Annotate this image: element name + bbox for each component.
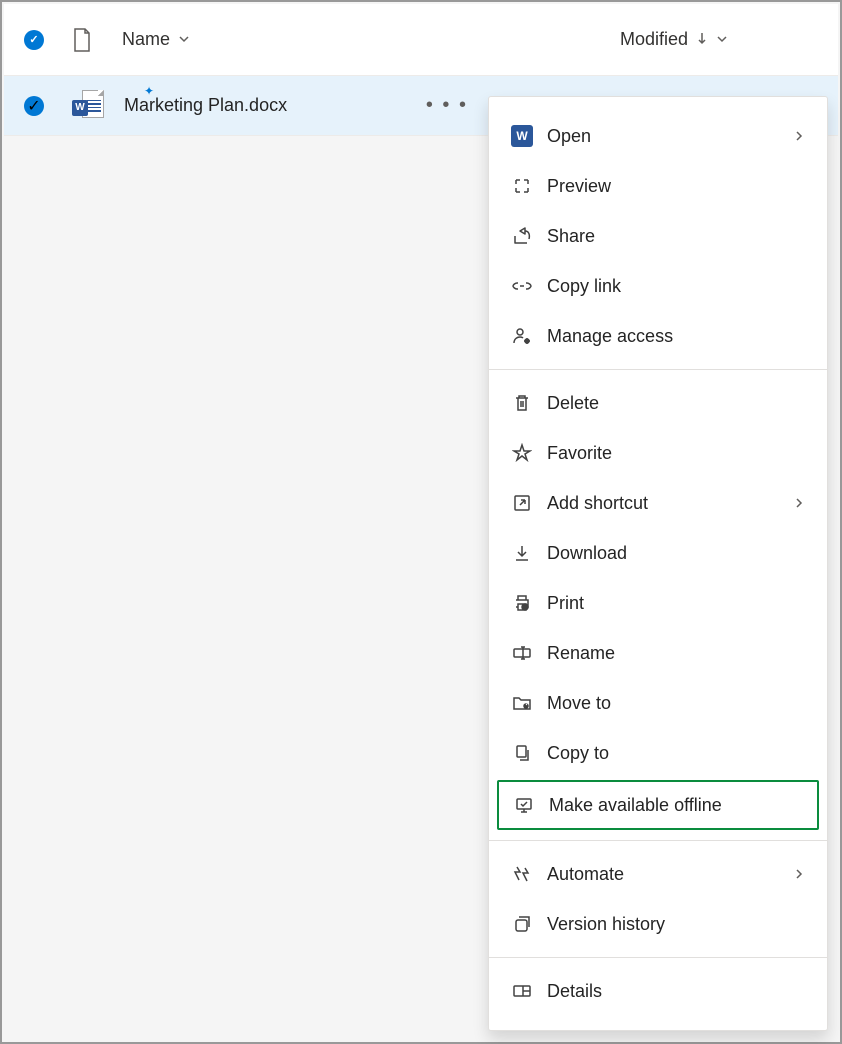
menu-share[interactable]: Share bbox=[489, 211, 827, 261]
menu-label: Rename bbox=[547, 643, 615, 664]
new-sparkle-icon: ✦ bbox=[144, 84, 154, 98]
offline-icon bbox=[513, 794, 535, 816]
details-icon bbox=[511, 980, 533, 1002]
star-icon bbox=[511, 442, 533, 464]
select-all-checkbox[interactable]: ✓ bbox=[24, 30, 44, 50]
share-icon bbox=[511, 225, 533, 247]
menu-label: Delete bbox=[547, 393, 599, 414]
menu-delete[interactable]: Delete bbox=[489, 378, 827, 428]
menu-automate[interactable]: Automate bbox=[489, 849, 827, 899]
chevron-right-icon bbox=[793, 126, 805, 147]
menu-label: Download bbox=[547, 543, 627, 564]
move-icon bbox=[511, 692, 533, 714]
name-column-header[interactable]: Name bbox=[122, 29, 190, 50]
app-frame: ✓ Name Modified bbox=[0, 0, 842, 1044]
menu-label: Favorite bbox=[547, 443, 612, 464]
menu-divider bbox=[489, 369, 827, 370]
menu-manage-access[interactable]: Manage access bbox=[489, 311, 827, 361]
row-checkbox[interactable]: ✓ bbox=[24, 96, 44, 116]
copy-icon bbox=[511, 742, 533, 764]
menu-label: Make available offline bbox=[549, 795, 722, 816]
link-icon bbox=[511, 275, 533, 297]
menu-copy-to[interactable]: Copy to bbox=[489, 728, 827, 778]
chevron-right-icon bbox=[793, 493, 805, 514]
menu-add-shortcut[interactable]: Add shortcut bbox=[489, 478, 827, 528]
manage-access-icon bbox=[511, 325, 533, 347]
automate-icon bbox=[511, 863, 533, 885]
chevron-down-icon bbox=[178, 29, 190, 50]
menu-label: Preview bbox=[547, 176, 611, 197]
checkmark-icon: ✓ bbox=[29, 33, 38, 46]
checkmark-icon: ✓ bbox=[27, 96, 40, 116]
menu-label: Add shortcut bbox=[547, 493, 648, 514]
menu-print[interactable]: Print bbox=[489, 578, 827, 628]
modified-column-label: Modified bbox=[620, 29, 688, 50]
menu-label: Version history bbox=[547, 914, 665, 935]
menu-label: Move to bbox=[547, 693, 611, 714]
menu-details[interactable]: Details bbox=[489, 966, 827, 1016]
menu-open[interactable]: W Open bbox=[489, 111, 827, 161]
menu-preview[interactable]: Preview bbox=[489, 161, 827, 211]
download-icon bbox=[511, 542, 533, 564]
menu-label: Automate bbox=[547, 864, 624, 885]
menu-label: Copy to bbox=[547, 743, 609, 764]
menu-label: Open bbox=[547, 126, 591, 147]
menu-make-available-offline[interactable]: Make available offline bbox=[497, 780, 819, 830]
file-name[interactable]: Marketing Plan.docx bbox=[124, 95, 287, 116]
file-type-column-icon[interactable] bbox=[72, 28, 92, 52]
name-column-label: Name bbox=[122, 29, 170, 50]
menu-version-history[interactable]: Version history bbox=[489, 899, 827, 949]
more-actions-button[interactable]: • • • bbox=[426, 94, 468, 117]
file-browser-window: ✓ Name Modified bbox=[4, 4, 838, 1040]
delete-icon bbox=[511, 392, 533, 414]
print-icon bbox=[511, 592, 533, 614]
column-header: ✓ Name Modified bbox=[4, 4, 838, 76]
word-file-icon: W bbox=[72, 90, 104, 122]
preview-icon bbox=[511, 175, 533, 197]
shortcut-icon bbox=[511, 492, 533, 514]
chevron-down-icon bbox=[716, 29, 728, 50]
rename-icon bbox=[511, 642, 533, 664]
menu-label: Print bbox=[547, 593, 584, 614]
chevron-right-icon bbox=[793, 864, 805, 885]
word-icon: W bbox=[511, 125, 533, 147]
sort-down-icon bbox=[696, 29, 708, 50]
menu-download[interactable]: Download bbox=[489, 528, 827, 578]
menu-move-to[interactable]: Move to bbox=[489, 678, 827, 728]
menu-divider bbox=[489, 957, 827, 958]
menu-divider bbox=[489, 840, 827, 841]
menu-rename[interactable]: Rename bbox=[489, 628, 827, 678]
menu-favorite[interactable]: Favorite bbox=[489, 428, 827, 478]
context-menu: W Open Preview Share bbox=[488, 96, 828, 1031]
menu-label: Details bbox=[547, 981, 602, 1002]
menu-label: Share bbox=[547, 226, 595, 247]
menu-label: Copy link bbox=[547, 276, 621, 297]
version-history-icon bbox=[511, 913, 533, 935]
menu-label: Manage access bbox=[547, 326, 673, 347]
menu-copy-link[interactable]: Copy link bbox=[489, 261, 827, 311]
modified-column-header[interactable]: Modified bbox=[620, 29, 728, 50]
